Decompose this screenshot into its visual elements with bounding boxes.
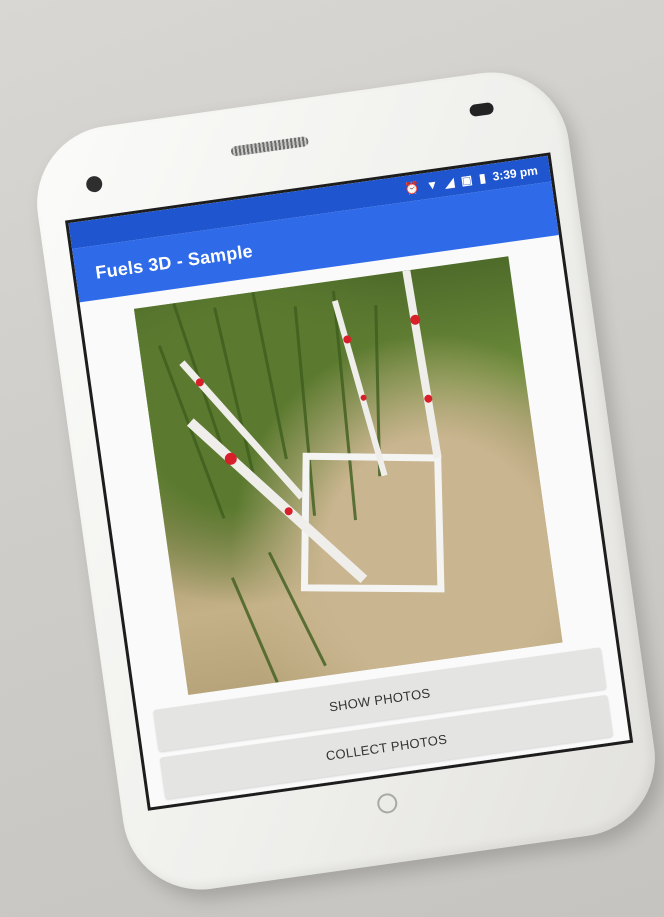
phone-screen: ⏰ ▼ ◢ ▣ ▮ 3:39 pm Fuels 3D - Sample SHOW… — [65, 152, 634, 811]
alarm-icon: ⏰ — [403, 179, 421, 196]
pvc-frame — [300, 452, 445, 593]
phone-device: ⏰ ▼ ◢ ▣ ▮ 3:39 pm Fuels 3D - Sample SHOW… — [27, 62, 664, 900]
sample-photo[interactable] — [133, 256, 563, 696]
status-time: 3:39 pm — [491, 163, 539, 184]
signal-icon: ◢ — [444, 175, 456, 191]
wifi-icon: ▼ — [425, 177, 440, 193]
app-title: Fuels 3D - Sample — [94, 240, 254, 283]
sample-photo-drawing — [157, 269, 445, 684]
battery-icon: ▮ — [478, 170, 487, 186]
main-content: SHOW PHOTOS COLLECT PHOTOS ATTRIBUTE SAM… — [80, 235, 630, 811]
sim-icon: ▣ — [460, 172, 474, 188]
